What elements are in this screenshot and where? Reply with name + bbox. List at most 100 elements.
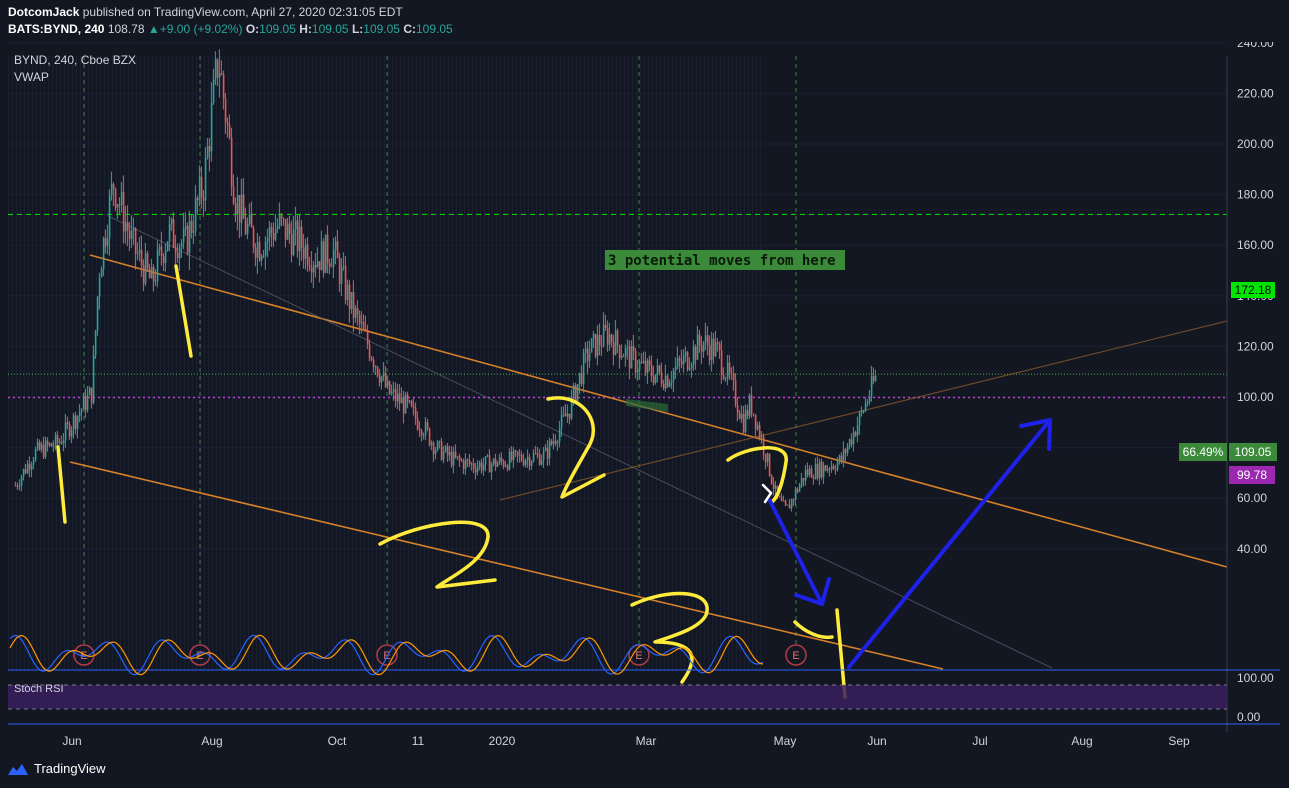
candle-body: [610, 334, 613, 343]
candle-body: [212, 79, 215, 103]
candle-body: [48, 443, 51, 446]
candle-body: [184, 225, 187, 230]
candle-body: [246, 223, 249, 234]
candle-body: [354, 308, 357, 318]
time-tick: Jun: [62, 734, 81, 748]
candle-body: [398, 393, 401, 404]
time-tick: Aug: [1071, 734, 1092, 748]
candle-body: [772, 483, 775, 489]
candle-body: [854, 432, 857, 436]
candle-body: [208, 146, 211, 152]
candle-body: [508, 451, 511, 470]
candle-body: [790, 499, 793, 509]
annotation-box[interactable]: 3 potential moves from here: [605, 250, 845, 270]
candle-body: [164, 250, 167, 263]
candle-body: [388, 381, 391, 394]
candle-body: [452, 451, 455, 466]
candle-body: [124, 222, 127, 232]
candle-body: [304, 244, 307, 259]
oscillator-name[interactable]: Stoch RSI: [14, 683, 64, 695]
candle-body: [52, 446, 55, 448]
candle-body: [742, 413, 745, 433]
candle-body: [816, 464, 819, 478]
candle-body: [326, 234, 329, 264]
candle-body: [448, 451, 451, 456]
candle-body: [102, 237, 105, 269]
candle-body: [868, 396, 871, 402]
candle-body: [810, 468, 813, 478]
candle-body: [720, 350, 723, 375]
candle-body: [240, 194, 243, 223]
badge-current: 109.05: [1229, 443, 1277, 461]
candle-body: [148, 268, 151, 279]
stoch-band: [8, 685, 1227, 709]
candle-body: [44, 440, 47, 457]
candle-body: [600, 345, 603, 347]
candle-body: [138, 249, 141, 254]
candle-body: [330, 266, 333, 268]
symbol-label[interactable]: BATS:BYND, 240: [8, 22, 104, 36]
candle-body: [350, 292, 353, 310]
candle-body: [440, 441, 443, 460]
candle-body: [376, 366, 379, 376]
candle-body: [510, 451, 513, 461]
candle-body: [396, 393, 399, 402]
candle-body: [200, 176, 203, 198]
candle-body: [162, 256, 165, 263]
candle-body: [638, 361, 641, 371]
candle-body: [92, 355, 95, 403]
author-name[interactable]: DotcomJack: [8, 5, 79, 19]
candle-body: [698, 334, 701, 346]
candle-body: [844, 449, 847, 454]
close-label: C:: [403, 22, 416, 36]
candle-body: [114, 188, 117, 208]
candle-body: [132, 228, 135, 231]
candle-body: [134, 228, 137, 254]
candle-body: [226, 122, 229, 125]
candle-body: [666, 375, 669, 387]
candle-body: [502, 461, 505, 467]
time-tick: Jul: [972, 734, 987, 748]
candle-body: [94, 330, 97, 356]
candle-body: [498, 457, 501, 464]
candle-body: [356, 308, 359, 315]
candle-body: [104, 237, 107, 247]
candle-body: [270, 227, 273, 234]
price-chart[interactable]: EEEEE 3 potential moves from here BYND, …: [0, 42, 1289, 752]
candle-body: [316, 261, 319, 268]
candle-body: [338, 258, 341, 284]
candle-body: [480, 462, 483, 471]
candle-body: [170, 219, 173, 224]
price-tick: 200.00: [1237, 137, 1274, 151]
close-value: 109.05: [415, 22, 453, 36]
candle-body: [116, 204, 119, 208]
candle-body: [740, 413, 743, 419]
candle-body: [198, 176, 201, 200]
candle-body: [712, 338, 715, 357]
tradingview-logo[interactable]: TradingView: [8, 761, 106, 776]
candle-body: [778, 496, 781, 498]
candle-body: [858, 412, 861, 426]
candle-body: [514, 450, 517, 452]
indicator-label[interactable]: VWAP: [14, 70, 49, 84]
candle-body: [728, 362, 731, 374]
candle-body: [62, 439, 65, 444]
candle-body: [596, 334, 599, 357]
candle-body: [552, 441, 555, 445]
candle-body: [194, 197, 197, 232]
candle-body: [260, 256, 263, 261]
chart-header: DotcomJack published on TradingView.com,…: [0, 0, 1289, 42]
time-axis[interactable]: Jun Aug Oct 11 2020 Mar May Jun Jul Aug Sep: [62, 734, 1190, 748]
candle-body: [352, 292, 355, 318]
badge-percent: 66.49%: [1179, 443, 1227, 461]
candle-body: [428, 428, 431, 446]
publish-info: DotcomJack published on TradingView.com,…: [8, 5, 403, 19]
candle-body: [710, 338, 713, 361]
candle-body: [306, 244, 309, 266]
low-label: L:: [351, 22, 364, 36]
candle-body: [560, 414, 563, 429]
candle-body: [704, 335, 707, 343]
candle-body: [290, 234, 293, 255]
candle-body: [120, 191, 123, 205]
candle-body: [676, 358, 679, 367]
